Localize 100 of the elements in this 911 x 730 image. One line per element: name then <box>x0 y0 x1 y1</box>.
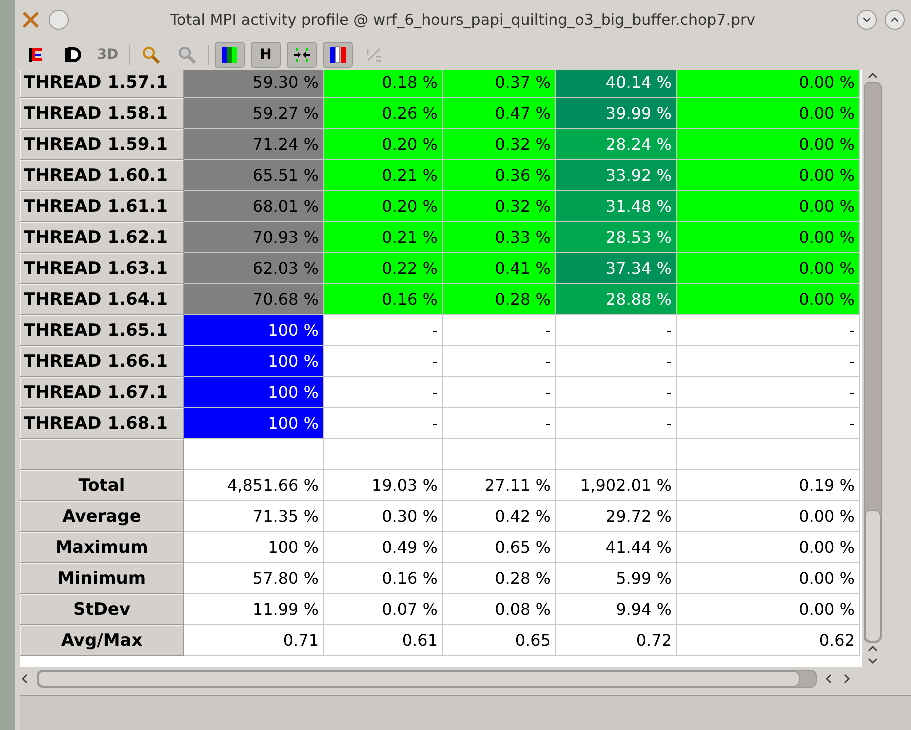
row-header: THREAD 1.61.1 <box>20 191 184 222</box>
table-cell: 0.19 % <box>677 470 860 501</box>
table-cell: - <box>324 346 443 377</box>
table-cell: 0.00 % <box>677 501 860 532</box>
table-cell: - <box>677 408 860 439</box>
table-cell: 5.99 % <box>556 563 677 594</box>
table-cell: 0.22 % <box>324 253 443 284</box>
table-cell: 0.62 <box>677 625 860 656</box>
table-cell: - <box>443 408 556 439</box>
row-header: THREAD 1.58.1 <box>20 98 184 129</box>
tools-icon[interactable] <box>21 10 41 30</box>
table-cell: 62.03 % <box>184 253 324 284</box>
table-cell: - <box>324 408 443 439</box>
table-cell: 70.93 % <box>184 222 324 253</box>
table-cell: 71.24 % <box>184 129 324 160</box>
table-cell: 57.80 % <box>184 563 324 594</box>
table-cell: 0.00 % <box>677 222 860 253</box>
table-cell: 0.00 % <box>677 160 860 191</box>
table-cell: 28.53 % <box>556 222 677 253</box>
table-cell: 0.21 % <box>324 160 443 191</box>
row-header: THREAD 1.67.1 <box>20 377 184 408</box>
table-cell: 0.61 <box>324 625 443 656</box>
table-cell: 100 % <box>184 315 324 346</box>
table-cell: 100 % <box>184 408 324 439</box>
table-cell: 0.08 % <box>443 594 556 625</box>
row-header: THREAD 1.60.1 <box>20 160 184 191</box>
table-cell: 0.00 % <box>677 70 860 98</box>
bars-icon <box>329 46 347 64</box>
table-cell: 28.88 % <box>556 284 677 315</box>
table-cell: 0.37 % <box>443 70 556 98</box>
table-cell: 0.16 % <box>324 563 443 594</box>
table-cell: 0.00 % <box>677 594 860 625</box>
table-cell: - <box>556 315 677 346</box>
table-cell: 0.00 % <box>677 253 860 284</box>
e-icon <box>27 46 45 64</box>
row-header: Total <box>20 470 184 501</box>
toolbar-button[interactable] <box>323 42 353 68</box>
row-header: THREAD 1.66.1 <box>20 346 184 377</box>
chevron-down-icon <box>862 15 872 25</box>
table-cell: 31.48 % <box>556 191 677 222</box>
fraction-icon <box>365 46 383 64</box>
table-cell: 0.32 % <box>443 129 556 160</box>
table-cell: - <box>677 377 860 408</box>
table-cell: 0.00 % <box>677 532 860 563</box>
chevron-up-icon <box>890 15 900 25</box>
table-cell: 0.00 % <box>677 129 860 160</box>
table-cell: 0.28 % <box>443 563 556 594</box>
table-cell: 0.49 % <box>324 532 443 563</box>
table-cell: 0.28 % <box>443 284 556 315</box>
table-cell: - <box>556 346 677 377</box>
row-header: THREAD 1.64.1 <box>20 284 184 315</box>
table-cell: 71.35 % <box>184 501 324 532</box>
table-cell: 0.16 % <box>324 284 443 315</box>
table-cell: 0.00 % <box>677 191 860 222</box>
table-cell: 33.92 % <box>556 160 677 191</box>
row-header: THREAD 1.65.1 <box>20 315 184 346</box>
table-cell: 1,902.01 % <box>556 470 677 501</box>
table-cell: 0.72 <box>556 625 677 656</box>
minimize-button[interactable] <box>857 10 877 30</box>
toolbar-button[interactable] <box>287 42 317 68</box>
table-cell: 0.30 % <box>324 501 443 532</box>
table-cell: 27.11 % <box>443 470 556 501</box>
row-header: THREAD 1.62.1 <box>20 222 184 253</box>
table-cell: - <box>443 346 556 377</box>
toolbar-button[interactable]: H <box>251 42 281 68</box>
table-cell: - <box>443 377 556 408</box>
table-cell: 29.72 % <box>556 501 677 532</box>
table-cell: 0.20 % <box>324 191 443 222</box>
table-cell: - <box>556 377 677 408</box>
table-cell: 68.01 % <box>184 191 324 222</box>
window-title: Total MPI activity profile @ wrf_6_hours_papi_quilting_o3_big_buffer.chop7.prv <box>169 11 757 29</box>
row-header: Minimum <box>20 563 184 594</box>
table-cell: 0.33 % <box>443 222 556 253</box>
table-cell: - <box>324 315 443 346</box>
horizontal-scrollbar[interactable] <box>37 670 817 688</box>
table-cell: 4,851.66 % <box>184 470 324 501</box>
table-cell: 0.65 % <box>443 532 556 563</box>
row-header: StDev <box>20 594 184 625</box>
table-cell: 19.03 % <box>324 470 443 501</box>
table-cell: 28.24 % <box>556 129 677 160</box>
table-cell: 100 % <box>184 377 324 408</box>
toolbar-button[interactable] <box>215 42 245 68</box>
table-cell: - <box>677 346 860 377</box>
table-cell: 0.00 % <box>677 98 860 129</box>
table-cell: 0.71 <box>184 625 324 656</box>
row-header: Average <box>20 501 184 532</box>
table-cell: 0.00 % <box>677 284 860 315</box>
row-header: Maximum <box>20 532 184 563</box>
arrows-icon <box>293 46 311 64</box>
table-cell: - <box>556 408 677 439</box>
table-cell: 0.20 % <box>324 129 443 160</box>
table-cell: 0.47 % <box>443 98 556 129</box>
table-cell: 0.00 % <box>677 563 860 594</box>
table-cell: 37.34 % <box>556 253 677 284</box>
table-cell: 0.07 % <box>324 594 443 625</box>
vertical-scrollbar[interactable] <box>864 82 882 643</box>
row-header: THREAD 1.59.1 <box>20 129 184 160</box>
maximize-button[interactable] <box>885 10 905 30</box>
table-cell: 9.94 % <box>556 594 677 625</box>
table-cell: 100 % <box>184 346 324 377</box>
